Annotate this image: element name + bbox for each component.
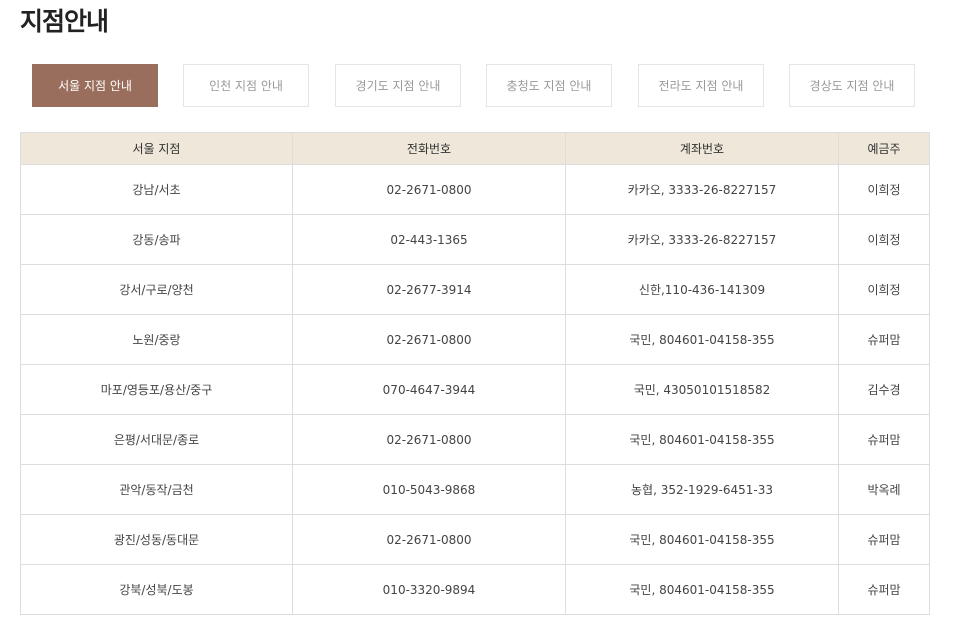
branch-table: 서울 지점 전화번호 계좌번호 예금주 강남/서초 02-2671-0800 카… [20, 132, 930, 615]
table-row: 강동/송파 02-443-1365 카카오, 3333-26-8227157 이… [20, 214, 930, 265]
branch-cell: 은평/서대문/종로 [20, 414, 293, 465]
tab-jeolla[interactable]: 전라도 지점 안내 [638, 64, 764, 107]
page-title: 지점안내 [20, 7, 109, 36]
branch-cell: 강남/서초 [20, 164, 293, 215]
account-cell: 농협, 352-1929-6451-33 [565, 464, 839, 515]
branch-cell: 강서/구로/양천 [20, 264, 293, 315]
table-row: 강서/구로/양천 02-2677-3914 신한,110-436-141309 … [20, 264, 930, 315]
phone-cell: 02-2671-0800 [292, 414, 566, 465]
table-row: 노원/중랑 02-2671-0800 국민, 804601-04158-355 … [20, 314, 930, 365]
header-branch: 서울 지점 [20, 132, 293, 165]
account-cell: 국민, 804601-04158-355 [565, 314, 839, 365]
phone-cell: 02-2671-0800 [292, 314, 566, 365]
tab-gyeonggi[interactable]: 경기도 지점 안내 [335, 64, 461, 107]
branch-cell: 강동/송파 [20, 214, 293, 265]
tab-chungcheong[interactable]: 충청도 지점 안내 [486, 64, 612, 107]
branch-cell: 마포/영등포/용산/중구 [20, 364, 293, 415]
phone-cell: 010-5043-9868 [292, 464, 566, 515]
depositor-cell: 슈퍼맘 [838, 564, 930, 615]
header-account: 계좌번호 [565, 132, 839, 165]
phone-cell: 02-2677-3914 [292, 264, 566, 315]
depositor-cell: 슈퍼맘 [838, 414, 930, 465]
depositor-cell: 슈퍼맘 [838, 314, 930, 365]
depositor-cell: 이희정 [838, 214, 930, 265]
account-cell: 국민, 804601-04158-355 [565, 414, 839, 465]
tab-seoul[interactable]: 서울 지점 안내 [32, 64, 158, 107]
header-phone: 전화번호 [292, 132, 566, 165]
phone-cell: 02-2671-0800 [292, 164, 566, 215]
table-row: 강남/서초 02-2671-0800 카카오, 3333-26-8227157 … [20, 164, 930, 215]
account-cell: 국민, 804601-04158-355 [565, 564, 839, 615]
depositor-cell: 박옥례 [838, 464, 930, 515]
depositor-cell: 슈퍼맘 [838, 514, 930, 565]
region-tabs: 서울 지점 안내 인천 지점 안내 경기도 지점 안내 충청도 지점 안내 전라… [32, 64, 917, 108]
account-cell: 카카오, 3333-26-8227157 [565, 164, 839, 215]
branch-cell: 관악/동작/금천 [20, 464, 293, 515]
depositor-cell: 이희정 [838, 264, 930, 315]
tab-incheon[interactable]: 인천 지점 안내 [183, 64, 309, 107]
account-cell: 카카오, 3333-26-8227157 [565, 214, 839, 265]
table-row: 마포/영등포/용산/중구 070-4647-3944 국민, 430501015… [20, 364, 930, 415]
depositor-cell: 이희정 [838, 164, 930, 215]
tab-gyeongsang[interactable]: 경상도 지점 안내 [789, 64, 915, 107]
table-row: 은평/서대문/종로 02-2671-0800 국민, 804601-04158-… [20, 414, 930, 465]
table-row: 관악/동작/금천 010-5043-9868 농협, 352-1929-6451… [20, 464, 930, 515]
branch-cell: 노원/중랑 [20, 314, 293, 365]
header-depositor: 예금주 [838, 132, 930, 165]
phone-cell: 070-4647-3944 [292, 364, 566, 415]
phone-cell: 010-3320-9894 [292, 564, 566, 615]
phone-cell: 02-443-1365 [292, 214, 566, 265]
account-cell: 국민, 804601-04158-355 [565, 514, 839, 565]
table-row: 강북/성북/도봉 010-3320-9894 국민, 804601-04158-… [20, 564, 930, 615]
branch-cell: 광진/성동/동대문 [20, 514, 293, 565]
table-header-row: 서울 지점 전화번호 계좌번호 예금주 [20, 132, 930, 165]
account-cell: 신한,110-436-141309 [565, 264, 839, 315]
branch-cell: 강북/성북/도봉 [20, 564, 293, 615]
account-cell: 국민, 43050101518582 [565, 364, 839, 415]
table-row: 광진/성동/동대문 02-2671-0800 국민, 804601-04158-… [20, 514, 930, 565]
depositor-cell: 김수경 [838, 364, 930, 415]
phone-cell: 02-2671-0800 [292, 514, 566, 565]
